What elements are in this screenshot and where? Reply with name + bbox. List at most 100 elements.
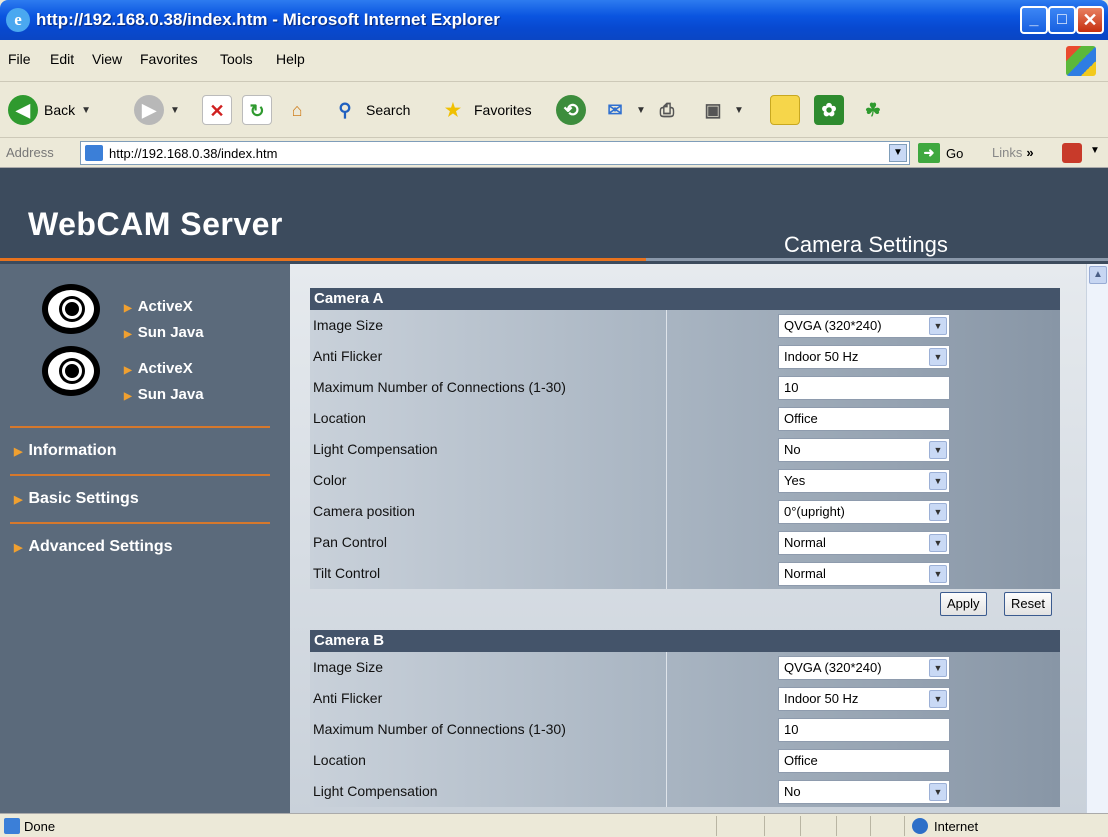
chevron-down-icon: ▼ — [929, 690, 947, 708]
camera-position-select[interactable]: 0°(upright) ▼ — [778, 500, 950, 524]
history-button[interactable]: ⟲ — [556, 94, 586, 126]
menu-favorites[interactable]: Favorites — [140, 51, 198, 67]
sidebar-item-basic-settings[interactable]: ▶ Basic Settings — [0, 490, 270, 508]
forward-arrow-icon: ▶ — [134, 95, 164, 125]
image-size-value: QVGA (320*240) — [784, 318, 882, 333]
light-compensation-label: Light Compensation — [313, 783, 438, 799]
menu-file[interactable]: File — [8, 51, 31, 67]
window-title: http://192.168.0.38/index.htm - Microsof… — [36, 10, 500, 29]
mail-button[interactable]: ✉ ▼ — [600, 94, 645, 126]
address-input[interactable]: http://192.168.0.38/index.htm ▼ — [80, 141, 910, 165]
status-bar: Done Internet — [0, 813, 1108, 837]
header-rule — [0, 258, 646, 261]
menu-view[interactable]: View — [92, 51, 122, 67]
bullet-icon: ▶ — [124, 365, 132, 376]
bullet-icon: ▶ — [14, 542, 23, 554]
window-title-bar[interactable]: e http://192.168.0.38/index.htm - Micros… — [0, 0, 1108, 40]
setting-row: Light Compensation No ▼ — [310, 434, 1060, 465]
page-icon — [4, 818, 20, 834]
messenger-button[interactable]: ✿ — [814, 94, 844, 126]
max-connections-label: Maximum Number of Connections (1-30) — [313, 379, 566, 395]
sidebar-divider — [10, 426, 270, 428]
menu-help[interactable]: Help — [276, 51, 305, 67]
tilt-control-label: Tilt Control — [313, 565, 381, 581]
image-size-select[interactable]: QVGA (320*240) ▼ — [778, 656, 950, 680]
anti-flicker-select[interactable]: Indoor 50 Hz ▼ — [778, 345, 950, 369]
maximize-button[interactable]: □ — [1048, 6, 1076, 34]
reset-button[interactable]: Reset — [1004, 592, 1052, 616]
light-compensation-select[interactable]: No ▼ — [778, 438, 950, 462]
image-size-label: Image Size — [313, 317, 384, 333]
globe-icon — [912, 818, 928, 834]
notes-icon — [770, 95, 800, 125]
sidebar-item-information[interactable]: ▶ Information — [0, 442, 270, 460]
menu-edit[interactable]: Edit — [50, 51, 74, 67]
close-button[interactable]: ✕ — [1076, 6, 1104, 34]
favorites-button[interactable]: ★ Favorites — [438, 94, 532, 126]
location-input[interactable]: Office — [778, 407, 950, 431]
chevron-down-icon[interactable]: ▼ — [1090, 145, 1100, 156]
vertical-scrollbar[interactable]: ▲ — [1086, 264, 1108, 813]
chevron-down-icon[interactable]: ▼ — [889, 144, 907, 162]
setting-row: Image Size QVGA (320*240) ▼ — [310, 310, 1060, 341]
tilt-control-select[interactable]: Normal ▼ — [778, 562, 950, 586]
sidebar-item-label: Information — [28, 442, 117, 459]
image-size-label: Image Size — [313, 659, 384, 675]
max-connections-input[interactable]: 10 — [778, 376, 950, 400]
forward-button[interactable]: ▶ ▼ — [134, 94, 180, 126]
back-arrow-icon: ◀ — [8, 95, 38, 125]
address-url: http://192.168.0.38/index.htm — [109, 146, 278, 161]
image-size-select[interactable]: QVGA (320*240) ▼ — [778, 314, 950, 338]
cam2-activex-link[interactable]: ▶ ActiveX — [124, 360, 193, 377]
site-brand: WebCAM Server — [28, 206, 283, 242]
chevron-down-icon: ▼ — [170, 104, 180, 116]
chevron-down-icon: ▼ — [929, 783, 947, 801]
menu-bar: File Edit View Favorites Tools Help — [0, 40, 1108, 82]
ie-icon: e — [6, 8, 30, 32]
links-label: Links — [992, 145, 1023, 160]
go-button[interactable]: ➜ Go — [918, 143, 963, 163]
camera-b-settings: Image Size QVGA (320*240) ▼ Anti Flicker … — [310, 652, 1060, 807]
status-text: Done — [24, 819, 56, 834]
refresh-button[interactable]: ↻ — [242, 94, 272, 126]
site-header: WebCAM Server Camera Settings — [0, 168, 1108, 264]
stop-button[interactable]: ✕ — [202, 94, 232, 126]
scroll-up-icon[interactable]: ▲ — [1089, 266, 1107, 284]
translate-icon[interactable] — [1062, 143, 1082, 163]
light-compensation-select[interactable]: No ▼ — [778, 780, 950, 804]
cam1-java-link[interactable]: ▶ Sun Java — [124, 324, 204, 341]
anti-flicker-label: Anti Flicker — [313, 348, 383, 364]
edit-button[interactable]: ▣ ▼ — [698, 94, 743, 126]
cam1-java-label: Sun Java — [137, 324, 204, 341]
notes-button[interactable] — [770, 94, 800, 126]
print-button[interactable]: ⎙ — [652, 94, 682, 126]
color-select[interactable]: Yes ▼ — [778, 469, 950, 493]
apply-button[interactable]: Apply — [940, 592, 987, 616]
cam1-activex-link[interactable]: ▶ ActiveX — [124, 298, 193, 315]
max-connections-input[interactable]: 10 — [778, 718, 950, 742]
anti-flicker-value: Indoor 50 Hz — [784, 349, 859, 364]
setting-row: Image Size QVGA (320*240) ▼ — [310, 652, 1060, 683]
sidebar-item-advanced-settings[interactable]: ▶ Advanced Settings — [0, 538, 270, 556]
web-page: WebCAM Server Camera Settings ▶ ActiveX ▶… — [0, 168, 1108, 813]
tilt-control-value: Normal — [784, 566, 826, 581]
chevron-right-icon: » — [1026, 145, 1034, 160]
setting-row: Color Yes ▼ — [310, 465, 1060, 496]
minimize-button[interactable]: _ — [1020, 6, 1048, 34]
search-button[interactable]: ⚲ Search — [330, 94, 410, 126]
pan-control-select[interactable]: Normal ▼ — [778, 531, 950, 555]
links-button[interactable]: Links» — [992, 145, 1034, 160]
camera-position-value: 0°(upright) — [784, 504, 845, 519]
home-button[interactable]: ⌂ — [282, 94, 312, 126]
back-button[interactable]: ◀ Back ▼ — [8, 94, 91, 126]
search-icon: ⚲ — [338, 100, 352, 120]
anti-flicker-select[interactable]: Indoor 50 Hz ▼ — [778, 687, 950, 711]
cam2-java-link[interactable]: ▶ Sun Java — [124, 386, 204, 403]
image-size-value: QVGA (320*240) — [784, 660, 882, 675]
status-divider — [870, 816, 871, 836]
location-input[interactable]: Office — [778, 749, 950, 773]
cam2-activex-label: ActiveX — [137, 360, 193, 377]
stop-icon: ✕ — [202, 95, 232, 125]
menu-tools[interactable]: Tools — [220, 51, 253, 67]
contacts-button[interactable]: ☘ — [858, 94, 888, 126]
